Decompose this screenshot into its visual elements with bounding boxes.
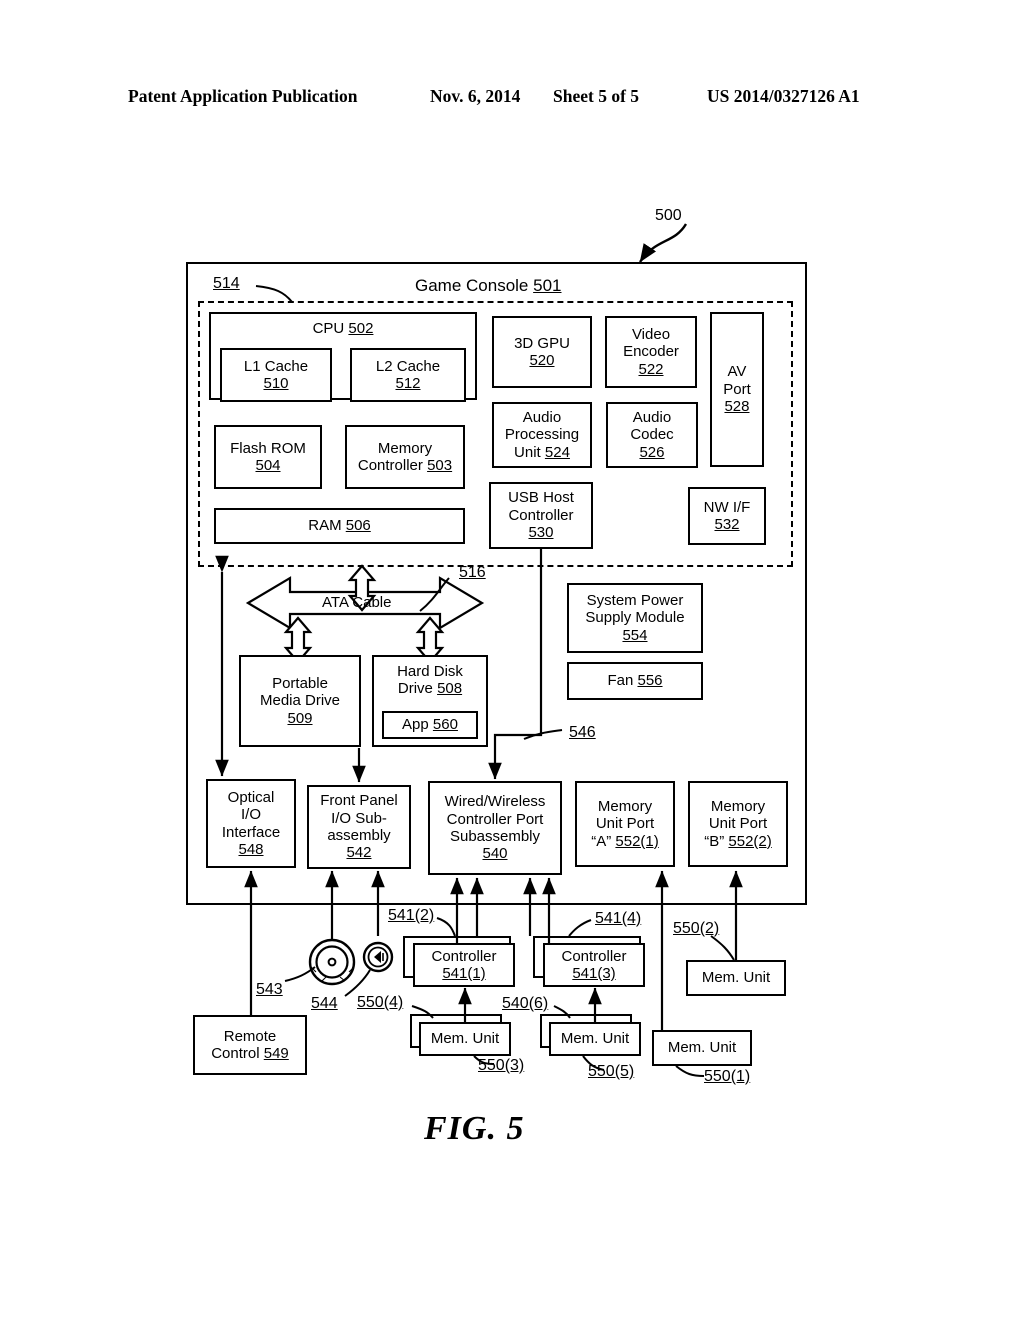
- optical-io-interface-block: Optical I/O Interface 548: [206, 779, 296, 868]
- mem-unit-550-5-block: Mem. Unit: [549, 1022, 641, 1056]
- ref-546: 546: [569, 724, 596, 741]
- ref-541-4: 541(4): [595, 910, 642, 927]
- av-port-block: AV Port 528: [710, 312, 764, 467]
- ref-550-3: 550(3): [478, 1057, 525, 1074]
- l2-cache-block: L2 Cache 512: [350, 348, 466, 402]
- ref-550-2: 550(2): [673, 920, 720, 937]
- flash-rom-block: Flash ROM 504: [214, 425, 322, 489]
- nw-if-block: NW I/F 532: [688, 487, 766, 545]
- figure-caption: FIG. 5: [424, 1110, 525, 1147]
- ata-cable-label: ATA Cable: [322, 594, 392, 611]
- mem-unit-550-3-block: Mem. Unit: [419, 1022, 511, 1056]
- ref-544: 544: [311, 995, 338, 1012]
- mem-unit-550-1-block: Mem. Unit: [652, 1030, 752, 1066]
- controller-541-1-block: Controller 541(1): [413, 943, 515, 987]
- dial-icon-543: [308, 938, 356, 986]
- ref-543: 543: [256, 981, 283, 998]
- front-panel-io-block: Front Panel I/O Sub-assembly 542: [307, 785, 411, 869]
- ref-500: 500: [655, 207, 682, 224]
- remote-control-block: Remote Control 549: [193, 1015, 307, 1075]
- ref-540-6: 540(6): [502, 995, 549, 1012]
- memory-unit-port-a-block: Memory Unit Port “A” 552(1): [575, 781, 675, 867]
- gpu-block: 3D GPU 520: [492, 316, 592, 388]
- ref-514: 514: [213, 275, 240, 292]
- publication-date: Nov. 6, 2014: [430, 86, 521, 106]
- system-power-supply-block: System Power Supply Module 554: [567, 583, 703, 653]
- ref-541-2: 541(2): [388, 907, 435, 924]
- audio-processing-unit-block: Audio Processing Unit 524: [492, 402, 592, 468]
- game-console-title-text: Game Console: [415, 276, 534, 295]
- ref-550-1: 550(1): [704, 1068, 751, 1085]
- ir-receiver-icon-544: [362, 941, 394, 973]
- patent-figure-page: Patent Application Publication Nov. 6, 2…: [0, 0, 1024, 1320]
- ref-516: 516: [459, 564, 486, 581]
- app-block: App 560: [382, 711, 478, 739]
- ram-block: RAM 506: [214, 508, 465, 544]
- memory-unit-port-b-block: Memory Unit Port “B” 552(2): [688, 781, 788, 867]
- game-console-title: Game Console 501: [415, 276, 562, 296]
- wired-wireless-controller-port-block: Wired/Wireless Controller Port Subassembly…: [428, 781, 562, 875]
- publication-title: Patent Application Publication: [128, 86, 358, 106]
- patent-number: US 2014/0327126 A1: [707, 86, 860, 106]
- sheet-number: Sheet 5 of 5: [553, 86, 640, 106]
- audio-codec-block: Audio Codec 526: [606, 402, 698, 468]
- page-header: Patent Application Publication Nov. 6, 2…: [0, 86, 1024, 112]
- ref-550-4: 550(4): [357, 994, 404, 1011]
- usb-host-controller-block: USB Host Controller 530: [489, 482, 593, 549]
- mem-unit-550-2-block: Mem. Unit: [686, 960, 786, 996]
- ref-550-5: 550(5): [588, 1063, 635, 1080]
- video-encoder-block: Video Encoder 522: [605, 316, 697, 388]
- memory-controller-block: Memory Controller 503: [345, 425, 465, 489]
- fan-block: Fan 556: [567, 662, 703, 700]
- portable-media-drive-block: Portable Media Drive 509: [239, 655, 361, 747]
- controller-541-3-block: Controller 541(3): [543, 943, 645, 987]
- l1-cache-block: L1 Cache 510: [220, 348, 332, 402]
- game-console-title-ref: 501: [533, 276, 562, 295]
